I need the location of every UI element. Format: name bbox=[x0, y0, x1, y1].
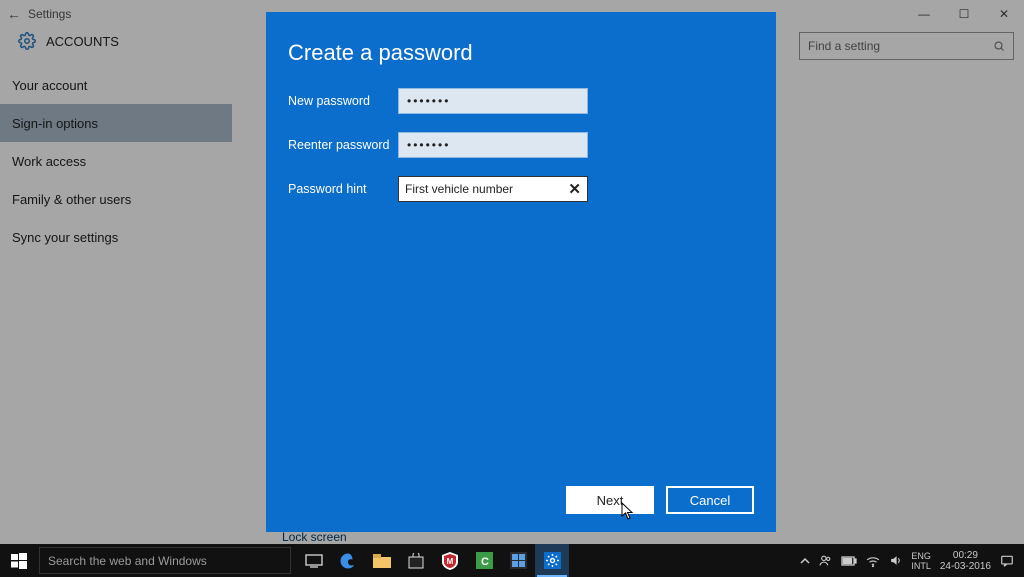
sidebar-item-work-access[interactable]: Work access bbox=[0, 142, 232, 180]
language-indicator[interactable]: ENG INTL bbox=[911, 551, 931, 571]
clear-input-icon[interactable]: ✕ bbox=[568, 180, 581, 198]
taskbar-search-placeholder: Search the web and Windows bbox=[48, 554, 207, 568]
sidebar-item-your-account[interactable]: Your account bbox=[0, 66, 232, 104]
sidebar-item-sign-in-options[interactable]: Sign-in options bbox=[0, 104, 232, 142]
app-icon[interactable] bbox=[501, 544, 535, 577]
maximize-button[interactable]: ☐ bbox=[944, 0, 984, 28]
window-title: Settings bbox=[28, 7, 71, 21]
start-button[interactable] bbox=[0, 544, 38, 577]
next-button[interactable]: Next bbox=[566, 486, 654, 514]
clock[interactable]: 00:29 24-03-2016 bbox=[940, 550, 991, 572]
dialog-footer: Next Cancel bbox=[566, 486, 754, 514]
action-center-icon[interactable] bbox=[1000, 554, 1014, 568]
taskbar-search-input[interactable]: Search the web and Windows bbox=[39, 547, 291, 574]
create-password-dialog: Create a password New password ••••••• R… bbox=[266, 12, 776, 532]
close-window-button[interactable]: ✕ bbox=[984, 0, 1024, 28]
reenter-password-label: Reenter password bbox=[288, 138, 398, 152]
find-setting-placeholder: Find a setting bbox=[808, 39, 880, 53]
dialog-title: Create a password bbox=[288, 40, 754, 66]
task-view-icon[interactable] bbox=[297, 544, 331, 577]
file-explorer-icon[interactable] bbox=[365, 544, 399, 577]
battery-icon[interactable] bbox=[841, 556, 857, 566]
sidebar-item-sync-your-settings[interactable]: Sync your settings bbox=[0, 218, 232, 256]
system-tray: ENG INTL 00:29 24-03-2016 bbox=[800, 550, 1024, 572]
wifi-icon[interactable] bbox=[866, 555, 880, 567]
page-title: ACCOUNTS bbox=[46, 34, 119, 49]
settings-taskbar-icon[interactable] bbox=[535, 544, 569, 577]
gear-icon bbox=[18, 32, 36, 50]
mcafee-icon[interactable]: M bbox=[433, 544, 467, 577]
page-header: ACCOUNTS bbox=[18, 32, 119, 50]
svg-text:M: M bbox=[447, 557, 454, 566]
lock-screen-link[interactable]: Lock screen bbox=[282, 530, 347, 544]
sidebar-item-family-other-users[interactable]: Family & other users bbox=[0, 180, 232, 218]
store-icon[interactable] bbox=[399, 544, 433, 577]
reenter-password-input[interactable]: ••••••• bbox=[398, 132, 588, 158]
new-password-label: New password bbox=[288, 94, 398, 108]
search-icon bbox=[993, 40, 1005, 52]
edge-browser-icon[interactable] bbox=[331, 544, 365, 577]
svg-text:C: C bbox=[481, 556, 489, 568]
volume-icon[interactable] bbox=[889, 554, 902, 567]
people-icon[interactable] bbox=[819, 554, 832, 567]
sidebar: Your account Sign-in options Work access… bbox=[0, 66, 232, 256]
password-hint-label: Password hint bbox=[288, 182, 398, 196]
taskbar: Search the web and Windows M C bbox=[0, 544, 1024, 577]
tray-chevron-up-icon[interactable] bbox=[800, 556, 810, 566]
password-hint-input[interactable]: First vehicle number ✕ bbox=[398, 176, 588, 202]
camtasia-icon[interactable]: C bbox=[467, 544, 501, 577]
new-password-input[interactable]: ••••••• bbox=[398, 88, 588, 114]
find-setting-input[interactable]: Find a setting bbox=[799, 32, 1014, 60]
minimize-button[interactable]: — bbox=[904, 0, 944, 28]
taskbar-app-icons: M C bbox=[297, 544, 569, 577]
back-button[interactable]: ← bbox=[0, 6, 28, 22]
cancel-button[interactable]: Cancel bbox=[666, 486, 754, 514]
